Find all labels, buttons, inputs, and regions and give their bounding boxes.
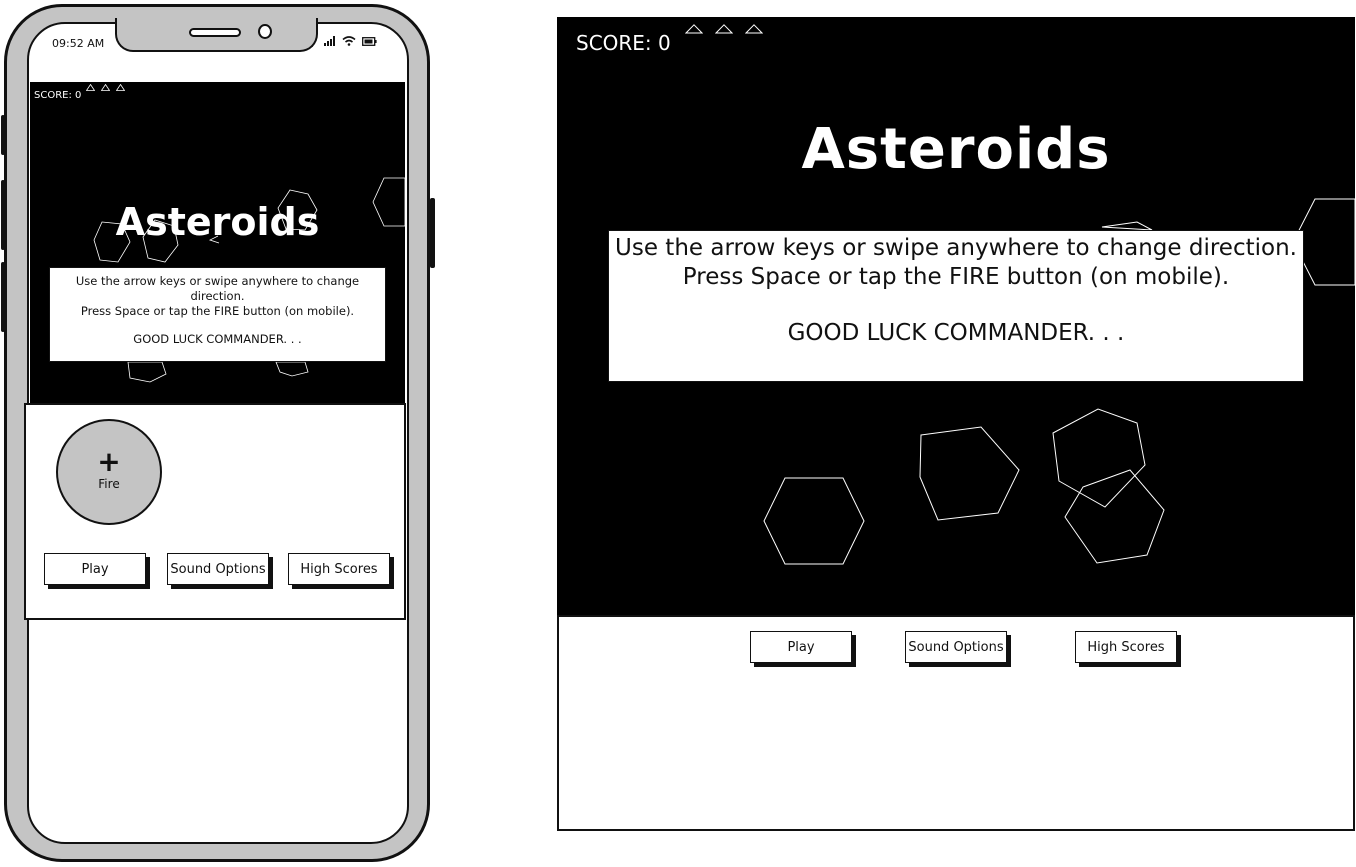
plus-icon: +	[97, 445, 121, 478]
ship-triangle-icon	[745, 24, 763, 34]
ship-triangle-icon	[685, 24, 703, 34]
good-luck-message: GOOD LUCK COMMANDER. . .	[133, 332, 302, 346]
speaker-icon	[189, 28, 241, 37]
high-scores-button[interactable]: High Scores	[288, 553, 390, 585]
asteroid	[919, 426, 1020, 521]
instructions-line: Press Space or tap the FIRE button (on m…	[80, 304, 355, 318]
instructions-line: Press Space or tap the FIRE button (on m…	[682, 264, 1230, 290]
instructions-line: Use the arrow keys or swipe anywhere to …	[615, 235, 1297, 261]
high-scores-button[interactable]: High Scores	[1075, 631, 1177, 663]
status-time: 09:52 AM	[52, 37, 105, 50]
camera-icon	[258, 24, 272, 39]
ship-triangle-icon	[116, 84, 125, 91]
battery-icon	[362, 37, 377, 46]
phone-game-canvas[interactable]: SCORE: 0 Asteroids Use the arrow keys or…	[30, 82, 405, 404]
game-title: Asteroids	[115, 200, 320, 244]
play-button[interactable]: Play	[750, 631, 852, 663]
asteroid	[127, 361, 167, 383]
ship-triangle-icon	[715, 24, 733, 34]
fire-label: Fire	[98, 477, 120, 491]
phone-side-button	[1, 180, 5, 250]
score-label: SCORE: 0	[576, 31, 671, 55]
lives-indicator	[86, 84, 125, 91]
ship-triangle-icon	[101, 84, 110, 91]
play-button[interactable]: Play	[44, 553, 146, 585]
score-label: SCORE: 0	[34, 90, 82, 101]
asteroid	[1064, 469, 1165, 564]
asteroid	[1101, 221, 1153, 231]
instructions-panel: Use the arrow keys or swipe anywhere to …	[49, 267, 386, 362]
asteroid	[763, 477, 865, 565]
desktop-game-canvas[interactable]: SCORE: 0 Asteroids Use the arrow keys or…	[557, 17, 1355, 615]
instructions-line: Use the arrow keys or swipe anywhere to …	[75, 274, 360, 303]
phone-power-button	[430, 198, 435, 268]
instructions-panel: Use the arrow keys or swipe anywhere to …	[608, 230, 1304, 382]
asteroid	[275, 361, 309, 377]
good-luck-message: GOOD LUCK COMMANDER. . .	[787, 320, 1125, 346]
lives-indicator	[685, 24, 763, 34]
phone-side-button	[1, 115, 5, 155]
asteroid	[1052, 408, 1146, 508]
status-icons	[324, 36, 377, 46]
sound-options-button[interactable]: Sound Options	[167, 553, 269, 585]
signal-icon	[324, 36, 336, 46]
desktop-controls-panel: Play Sound Options High Scores	[557, 615, 1355, 831]
ship-triangle-icon	[86, 84, 95, 91]
fire-button[interactable]: + Fire	[56, 419, 162, 525]
game-title: Asteroids	[801, 117, 1111, 182]
phone-controls-panel: + Fire Play Sound Options High Scores	[24, 403, 406, 620]
sound-options-button[interactable]: Sound Options	[905, 631, 1007, 663]
phone-side-button	[1, 262, 5, 332]
wifi-icon	[342, 36, 356, 46]
